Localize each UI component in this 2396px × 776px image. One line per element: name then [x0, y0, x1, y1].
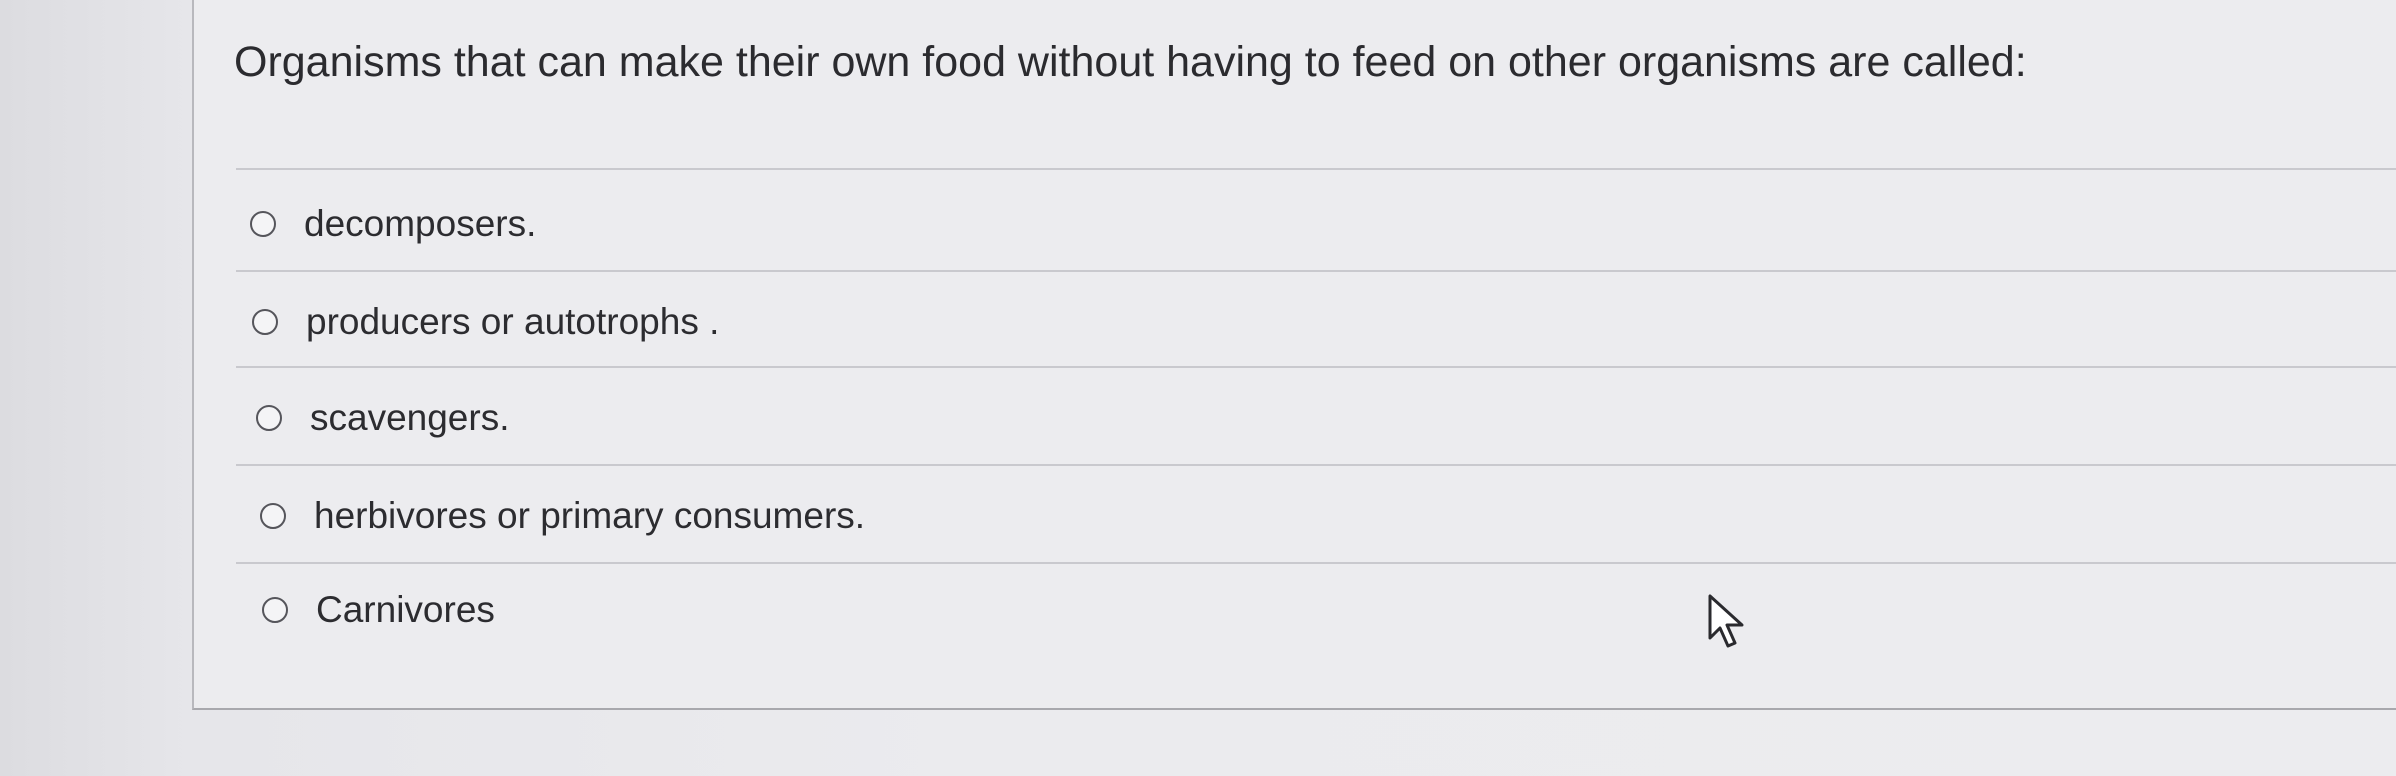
divider — [236, 464, 2396, 466]
radio-button[interactable] — [262, 597, 288, 623]
question-text: Organisms that can make their own food w… — [234, 38, 2027, 86]
option-label: decomposers. — [304, 203, 537, 244]
option-decomposers[interactable]: decomposers. — [250, 194, 536, 254]
screen: Organisms that can make their own food w… — [0, 0, 2396, 776]
option-carnivores[interactable]: Carnivores — [262, 580, 495, 640]
option-label: scavengers. — [310, 397, 510, 438]
divider — [236, 562, 2396, 564]
radio-button[interactable] — [252, 309, 278, 335]
radio-button[interactable] — [256, 405, 282, 431]
radio-button[interactable] — [260, 503, 286, 529]
option-label: Carnivores — [316, 589, 495, 630]
question-card — [192, 0, 2396, 710]
option-producers[interactable]: producers or autotrophs . — [252, 292, 719, 352]
option-label: producers or autotrophs . — [306, 301, 720, 342]
option-label: herbivores or primary consumers. — [314, 495, 866, 536]
divider — [236, 270, 2396, 272]
divider — [236, 168, 2396, 170]
option-scavengers[interactable]: scavengers. — [256, 388, 510, 448]
radio-button[interactable] — [250, 211, 276, 237]
option-herbivores[interactable]: herbivores or primary consumers. — [260, 486, 865, 546]
mouse-pointer-icon — [1708, 594, 1744, 648]
divider — [236, 366, 2396, 368]
